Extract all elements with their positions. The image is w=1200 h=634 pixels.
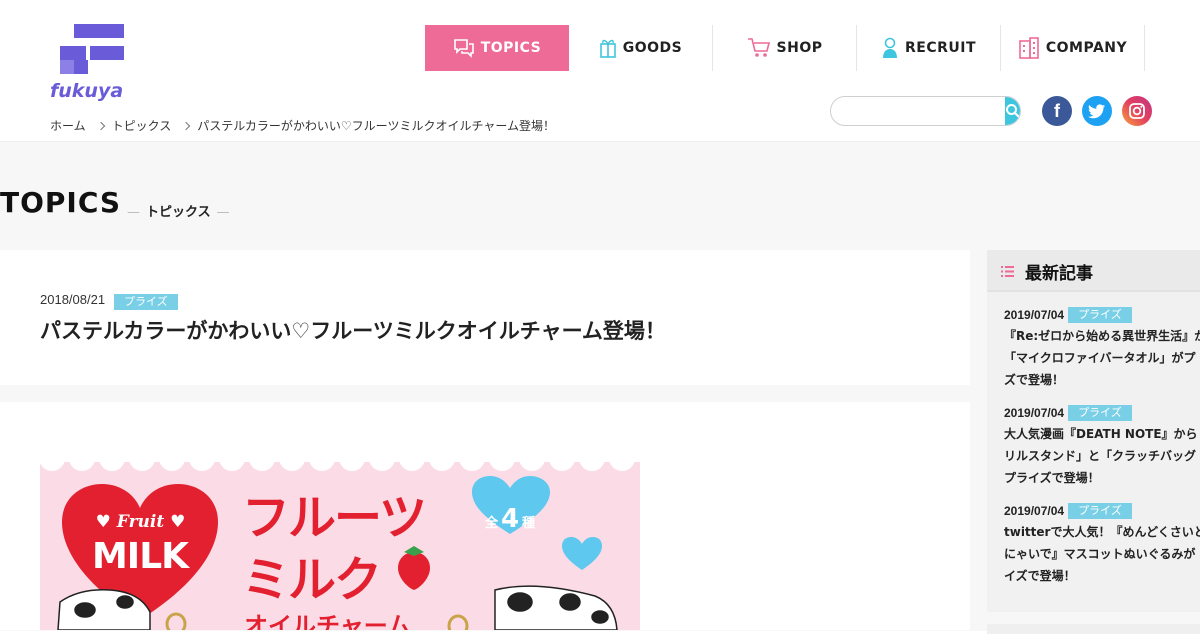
count-number: 4 <box>500 504 520 534</box>
banner-line1: フルーツ <box>242 490 427 546</box>
nav-company[interactable]: COMPANY <box>1001 25 1145 71</box>
main-nav: TOPICS GOODS SHOP RECRUIT COMPANY <box>425 25 1145 71</box>
sidebar-article[interactable]: 2019/07/04 プライズ 大人気漫画『DEATH NOTE』から「 リルスタ… <box>1004 402 1200 489</box>
category-badge[interactable]: プライズ <box>1068 405 1132 421</box>
banner-line2: ミルク <box>242 552 382 608</box>
count-badge: 全4種 <box>480 504 540 534</box>
nav-label: GOODS <box>622 40 683 56</box>
shopping-cart-icon <box>747 38 770 57</box>
sidebar-next-widget <box>987 624 1200 634</box>
sidebar-article-line: リルスタンド」と「クラッチバッグ <box>1004 449 1197 463</box>
chevron-right-icon <box>96 121 105 130</box>
banner-line3: オイルチャーム <box>244 612 412 630</box>
sidebar-article-line: twitterで大人気！『めんどくさいと言 <box>1004 525 1200 539</box>
nav-goods[interactable]: GOODS <box>569 25 713 71</box>
gift-box-icon <box>599 39 616 58</box>
chat-bubbles-icon <box>453 39 474 58</box>
nav-label: SHOP <box>776 40 823 56</box>
sidebar-article-line: イズで登場！ <box>1004 569 1076 583</box>
sidebar-article-line: にゃいで』マスコットぬいぐるみが <box>1004 547 1196 561</box>
instagram-icon <box>1129 103 1145 119</box>
section-subtitle: トピックス <box>146 205 211 220</box>
breadcrumb-topics[interactable]: トピックス <box>112 117 172 134</box>
sidebar-article[interactable]: 2019/07/04 プライズ twitterで大人気！『めんどくさいと言 にゃい… <box>1004 500 1200 587</box>
category-badge[interactable]: プライズ <box>1068 503 1132 519</box>
twitter-link[interactable] <box>1082 96 1112 126</box>
person-icon <box>882 37 897 58</box>
article-date: 2018/08/21 <box>40 292 106 307</box>
search-icon <box>1006 104 1020 119</box>
article-banner-image: ♥ Fruit ♥ MILK フルーツ ミルク オイルチャーム 全4種 <box>40 452 640 630</box>
sidebar-article-date: 2019/07/04 <box>1004 308 1065 322</box>
fukuya-logo[interactable]: fukuya <box>50 24 136 102</box>
sidebar-title: 最新記事 <box>1025 264 1093 284</box>
nav-recruit[interactable]: RECRUIT <box>857 25 1001 71</box>
sidebar-article-date: 2019/07/04 <box>1004 406 1065 420</box>
nav-topics[interactable]: TOPICS <box>425 25 569 71</box>
chevron-right-icon <box>182 121 191 130</box>
sidebar-article-line: プライズで登場！ <box>1004 471 1100 485</box>
count-suffix: 種 <box>522 516 536 531</box>
section-subtitle-wrap: — トピックス — <box>121 201 236 220</box>
category-badge[interactable]: プライズ <box>114 294 178 310</box>
dash-right: — <box>216 205 230 220</box>
search-button[interactable] <box>1005 97 1020 125</box>
count-prefix: 全 <box>484 516 498 531</box>
sidebar-article[interactable]: 2019/07/04 プライズ 『Re:ゼロから始める異世界生活』か 「マイクロフ… <box>1004 304 1200 391</box>
search-input[interactable] <box>831 97 1005 125</box>
sidebar-article-line: ズで登場！ <box>1004 373 1065 387</box>
brand-name: fukuya <box>50 80 124 102</box>
sidebar-article-line: 『Re:ゼロから始める異世界生活』か <box>1004 329 1200 343</box>
blue-heart-small <box>562 537 602 570</box>
strawberry-icon <box>398 546 430 590</box>
heart-script-text: ♥ Fruit ♥ <box>95 512 186 532</box>
nav-label: RECRUIT <box>904 40 977 56</box>
facebook-link[interactable]: f <box>1042 96 1072 126</box>
instagram-link[interactable] <box>1122 96 1152 126</box>
dash-left: — <box>127 205 140 220</box>
cow-right <box>494 585 618 630</box>
category-badge[interactable]: プライズ <box>1068 307 1132 323</box>
breadcrumb-current: パステルカラーがかわいい♡フルーツミルクオイルチャーム登場！ <box>197 119 555 133</box>
building-icon <box>1019 37 1039 59</box>
nav-shop[interactable]: SHOP <box>713 25 857 71</box>
sidebar-article-line: 大人気漫画『DEATH NOTE』から「 <box>1004 427 1200 441</box>
heart-milk-text: MILK <box>91 536 189 577</box>
list-icon <box>1001 266 1014 277</box>
article-title: パステルカラーがかわいい♡フルーツミルクオイルチャーム登場！ <box>40 319 666 343</box>
breadcrumb-home[interactable]: ホーム <box>50 117 86 134</box>
nav-label: COMPANY <box>1045 40 1128 56</box>
facebook-icon: f <box>1054 100 1060 121</box>
breadcrumb: ホーム トピックス パステルカラーがかわいい♡フルーツミルクオイルチャーム登場！ <box>50 117 555 134</box>
sidebar-header <box>987 250 1200 292</box>
twitter-icon <box>1088 103 1105 118</box>
sidebar-article-date: 2019/07/04 <box>1004 504 1065 518</box>
search-box <box>830 96 1021 126</box>
sidebar-article-line: 「マイクロファイバータオル」がプ <box>1004 351 1196 365</box>
section-title: TOPICS <box>0 186 122 219</box>
nav-label: TOPICS <box>480 40 542 56</box>
